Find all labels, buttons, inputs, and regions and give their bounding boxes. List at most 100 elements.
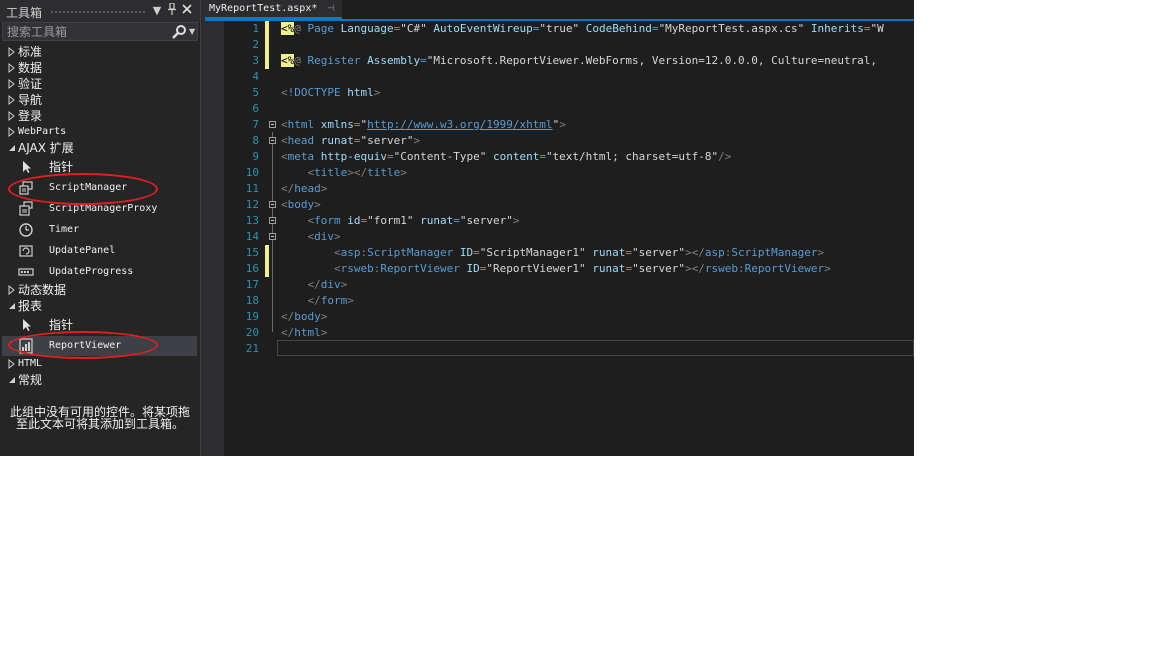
item-label: Timer <box>49 224 80 235</box>
code-text: <asp:ScriptManager ID="ScriptManager1" r… <box>333 246 825 259</box>
collapse-region-icon[interactable] <box>269 217 276 224</box>
code-line-10: 10 <title></title> <box>205 165 914 181</box>
toolbox-group-dynamic-data[interactable]: 动态数据 <box>0 282 198 298</box>
toolbox-group-login[interactable]: 登录 <box>0 108 198 124</box>
current-line-highlight <box>277 340 914 356</box>
expand-arrow-icon <box>8 63 15 73</box>
pin-icon[interactable] <box>165 2 179 18</box>
toolbox-item-updateprogress[interactable]: UpdateProgress <box>2 262 197 282</box>
toolbox-title: 工具箱 <box>6 6 43 20</box>
search-options-dropdown-icon[interactable]: ▼ <box>189 25 195 39</box>
item-label: ReportViewer <box>49 340 122 351</box>
toolbox-group-reporting[interactable]: 报表 <box>0 298 198 314</box>
toolbox-group-navigation[interactable]: 导航 <box>0 92 198 108</box>
group-label: WebParts <box>18 126 67 137</box>
group-label: 导航 <box>18 93 43 107</box>
reportviewer-icon <box>19 338 33 354</box>
code-line-3: 3 <%@ Register Assembly="Microsoft.Repor… <box>205 53 914 69</box>
collapse-arrow-icon <box>9 145 15 151</box>
code-line-15: 15 <asp:ScriptManager ID="ScriptManager1… <box>205 245 914 261</box>
toolbox-group-general[interactable]: 常规 <box>0 372 198 388</box>
expand-arrow-icon <box>8 359 15 369</box>
toolbox-item-scriptmanager[interactable]: ScriptManager <box>2 178 197 198</box>
code-text: <div> <box>307 230 341 243</box>
toolbox-item-pointer[interactable]: 指针 <box>2 157 197 177</box>
toolbox-item-pointer[interactable]: 指针 <box>2 315 197 335</box>
item-label: UpdateProgress <box>49 266 134 277</box>
ide-window: 工具箱 ▼ ▼ <box>0 0 914 456</box>
line-number: 19 <box>245 310 259 323</box>
line-number: 2 <box>252 38 259 51</box>
collapse-arrow-icon <box>9 303 15 309</box>
toolbox-search-input[interactable] <box>3 23 167 40</box>
code-text: </form> <box>307 294 354 307</box>
code-line-7: 7 <html xmlns="http://www.w3.org/1999/xh… <box>205 117 914 133</box>
item-label: 指针 <box>49 318 74 332</box>
toolbox-group-ajax[interactable]: AJAX 扩展 <box>0 140 198 156</box>
code-line-2: 2 <box>205 37 914 53</box>
toolbox-group-standard[interactable]: 标准 <box>0 44 198 60</box>
line-number: 13 <box>245 214 259 227</box>
code-text: </head> <box>281 182 328 195</box>
collapse-region-icon[interactable] <box>269 137 276 144</box>
tab-label: MyReportTest.aspx* <box>209 3 318 14</box>
code-text: </body> <box>281 310 328 323</box>
tab-pin-icon[interactable]: ⊣ <box>327 2 335 16</box>
toolbox-group-data[interactable]: 数据 <box>0 60 198 76</box>
line-number: 11 <box>245 182 259 195</box>
empty-group-message: 此组中没有可用的控件。将某项拖至此文本可将其添加到工具箱。 <box>10 405 191 431</box>
code-text: </html> <box>281 326 328 339</box>
line-number: 5 <box>252 86 259 99</box>
close-icon-glyph <box>182 4 192 14</box>
scriptmanagerproxy-icon <box>19 201 33 216</box>
toolbox-group-validation[interactable]: 验证 <box>0 76 198 92</box>
expand-arrow-icon <box>8 127 15 137</box>
item-label: UpdatePanel <box>49 245 116 256</box>
expand-arrow-icon <box>8 95 15 105</box>
collapse-region-icon[interactable] <box>269 121 276 128</box>
toolbox-item-timer[interactable]: Timer <box>2 220 197 240</box>
code-line-6: 6 <box>205 101 914 117</box>
code-text: <form id="form1" runat="server"> <box>307 214 520 227</box>
item-label: ScriptManagerProxy <box>49 203 158 214</box>
toolbox-group-webparts[interactable]: WebParts <box>0 124 198 140</box>
expand-arrow-icon <box>8 79 15 89</box>
search-icon[interactable] <box>171 24 187 40</box>
pointer-icon <box>23 161 31 173</box>
code-line-1: 1 <%@ Page Language="C#" AutoEventWireup… <box>205 21 914 37</box>
code-text: <title></title> <box>307 166 407 179</box>
toolbox-item-updatepanel[interactable]: UpdatePanel <box>2 241 197 261</box>
group-label: 登录 <box>18 109 43 123</box>
toolbox-item-reportviewer[interactable]: ReportViewer <box>2 336 197 356</box>
expand-arrow-icon <box>8 47 15 57</box>
item-label: ScriptManager <box>49 182 128 193</box>
line-number: 17 <box>245 278 259 291</box>
expand-arrow-icon <box>8 285 15 295</box>
code-text: <%@ Page Language="C#" AutoEventWireup="… <box>281 22 884 35</box>
tab-myreporttest-aspx[interactable]: MyReportTest.aspx* ⊣ <box>205 0 342 19</box>
drag-grip[interactable] <box>50 10 146 15</box>
line-number: 21 <box>245 342 259 355</box>
collapse-arrow-icon <box>9 377 15 383</box>
code-text: <body> <box>281 198 321 211</box>
line-number: 7 <box>252 118 259 131</box>
toolbox-item-scriptmanagerproxy[interactable]: ScriptManagerProxy <box>2 199 197 219</box>
line-number: 15 <box>245 246 259 259</box>
code-text: <rsweb:ReportViewer ID="ReportViewer1" r… <box>333 262 831 275</box>
toolbox-group-html[interactable]: HTML <box>0 356 198 372</box>
window-position-dropdown-icon[interactable]: ▼ <box>150 3 164 18</box>
line-number: 1 <box>252 22 259 35</box>
code-line-16: 16 <rsweb:ReportViewer ID="ReportViewer1… <box>205 261 914 277</box>
line-number: 14 <box>245 230 259 243</box>
group-label: 标准 <box>18 45 43 59</box>
toolbox-title-bar[interactable]: 工具箱 ▼ <box>0 0 200 22</box>
collapse-region-icon[interactable] <box>269 233 276 240</box>
scriptmanager-icon <box>19 181 33 195</box>
pin-icon-glyph <box>168 2 176 15</box>
collapse-region-icon[interactable] <box>269 201 276 208</box>
group-label: 数据 <box>18 61 43 75</box>
line-number: 16 <box>245 262 259 275</box>
code-line-4: 4 <box>205 69 914 85</box>
expand-arrow-icon <box>8 111 15 121</box>
close-icon[interactable] <box>180 3 194 18</box>
